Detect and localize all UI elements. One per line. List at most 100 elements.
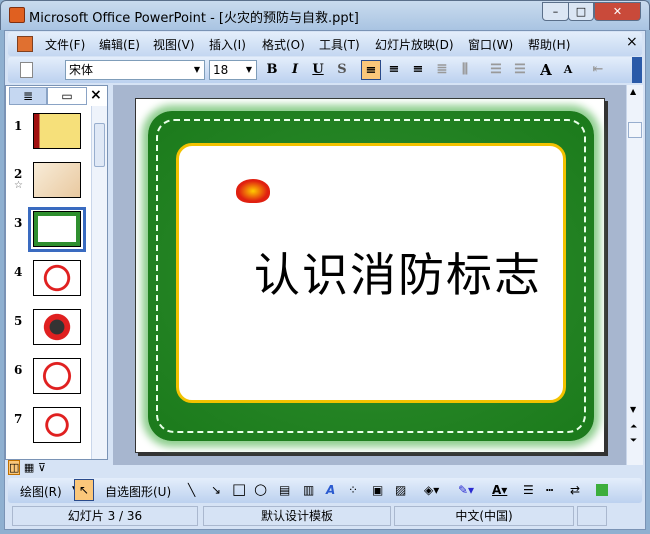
diagram-icon[interactable]: ⁘ <box>348 483 358 497</box>
menu-bar: 文件(F) 编辑(E) 视图(V) 插入(I) 格式(O) 工具(T) 幻灯片放… <box>8 32 642 56</box>
toolbar-options-icon[interactable] <box>632 57 642 83</box>
scroll-thumb[interactable] <box>94 123 105 167</box>
picture-icon[interactable]: ▨ <box>395 483 406 497</box>
font-select[interactable]: 宋体 ▼ <box>65 60 205 80</box>
previous-slide-icon[interactable]: ⏶ <box>630 423 637 432</box>
formatting-toolbar: 宋体 ▼ 18 ▼ B I U S ≡ ≡ ≡ ≣ ⫼ ☰ ☰ A A ⇤ <box>8 57 642 83</box>
rectangle-icon[interactable]: □ <box>232 480 246 498</box>
menu-help[interactable]: 帮助(H) <box>528 36 570 53</box>
slide-number: 4 <box>14 265 23 279</box>
slide-thumbnail-7[interactable] <box>33 407 81 443</box>
new-file-icon[interactable] <box>20 62 33 78</box>
powerpoint-app-icon[interactable] <box>9 7 25 23</box>
window-title: Microsoft Office PowerPoint - [火灾的预防与自救.… <box>29 11 359 26</box>
vertical-scrollbar[interactable]: ▲ ▼ ⏶ ⏷ <box>626 85 643 465</box>
draw-menu[interactable]: 绘图(R) <box>20 483 62 500</box>
shadow-style-icon[interactable] <box>596 484 608 496</box>
dash-style-icon[interactable]: ┅ <box>546 483 553 497</box>
menu-tools[interactable]: 工具(T) <box>319 36 360 53</box>
next-slide-icon[interactable]: ⏷ <box>630 437 637 446</box>
decrease-indent-icon[interactable]: ⇤ <box>588 60 608 80</box>
bullets-icon[interactable]: ☰ <box>510 60 530 80</box>
font-value: 宋体 <box>69 63 94 77</box>
distribute-icon[interactable]: ≣ <box>432 60 452 80</box>
wordart-icon[interactable]: A <box>326 483 335 497</box>
fill-color-icon[interactable]: ◈▾ <box>424 483 439 497</box>
scroll-up-icon[interactable]: ▲ <box>630 87 636 96</box>
arrow-icon[interactable]: ↘ <box>211 483 221 497</box>
document-icon[interactable] <box>17 36 33 52</box>
shadow-button[interactable]: S <box>332 60 352 80</box>
numbering-icon[interactable]: ☰ <box>486 60 506 80</box>
chevron-down-icon[interactable]: ▼ <box>190 61 204 79</box>
tab-outline[interactable]: ≣ <box>9 87 47 105</box>
slide-number: 1 <box>14 119 23 133</box>
line-style-icon[interactable]: ☰ <box>523 483 534 497</box>
animation-star-icon: ☆ <box>14 180 23 191</box>
drawing-toolbar: 绘图(R) ▼ ↖ 自选图形(U) ╲ ↘ □ ○ ▤ ▥ A ⁘ ▣ ▨ ◈▾… <box>8 478 642 503</box>
oval-icon[interactable]: ○ <box>254 480 267 498</box>
menu-slideshow[interactable]: 幻灯片放映(D) <box>375 36 454 53</box>
slide-thumbnail-6[interactable] <box>33 358 81 394</box>
slide-number: 3 <box>14 216 23 230</box>
menu-insert[interactable]: 插入(I) <box>209 36 246 53</box>
slides-pane: ≣ ▭ × 1 2 ☆ 3 4 5 6 7 <box>5 85 108 460</box>
textbox-icon[interactable]: ▤ <box>279 483 290 497</box>
italic-button[interactable]: I <box>285 60 305 80</box>
slide-number: 5 <box>14 314 23 328</box>
clipart-icon[interactable]: ▣ <box>372 483 383 497</box>
font-color-icon[interactable]: A▾ <box>492 483 507 497</box>
close-button[interactable]: ✕ <box>594 2 641 21</box>
menu-view[interactable]: 视图(V) <box>153 36 195 53</box>
maximize-button[interactable]: □ <box>568 2 594 21</box>
scroll-thumb[interactable] <box>628 122 642 138</box>
font-size-select[interactable]: 18 ▼ <box>209 60 257 80</box>
view-buttons: ◫ ▦ ⊽ <box>8 460 78 475</box>
slide-title[interactable]: 认识消防标志 <box>254 239 542 305</box>
line-icon[interactable]: ╲ <box>188 483 195 497</box>
align-left-button[interactable]: ≡ <box>361 60 381 80</box>
vertical-textbox-icon[interactable]: ▥ <box>303 483 314 497</box>
underline-button[interactable]: U <box>308 60 328 80</box>
line-color-icon[interactable]: ✎▾ <box>458 483 474 497</box>
menu-window[interactable]: 窗口(W) <box>468 36 513 53</box>
title-bar: Microsoft Office PowerPoint - [火灾的预防与自救.… <box>0 0 650 30</box>
minimize-button[interactable]: – <box>542 2 569 21</box>
decrease-font-button[interactable]: A <box>558 60 578 80</box>
vertical-distribute-icon[interactable]: ⫼ <box>455 60 475 80</box>
slide-number: 7 <box>14 412 23 426</box>
scroll-down-icon[interactable]: ▼ <box>630 405 636 414</box>
pane-close-icon[interactable]: × <box>90 87 102 103</box>
slide-thumbnail-1[interactable] <box>33 113 81 149</box>
status-empty <box>577 506 607 526</box>
menu-format[interactable]: 格式(O) <box>262 36 305 53</box>
normal-view-icon[interactable]: ◫ <box>8 460 21 475</box>
increase-font-button[interactable]: A <box>536 60 556 80</box>
font-size-value: 18 <box>213 63 229 77</box>
slide-thumbnail-4[interactable] <box>33 260 81 296</box>
slide-number: 2 <box>14 167 23 181</box>
status-slide-number: 幻灯片 3 / 36 <box>12 506 198 526</box>
chevron-down-icon[interactable]: ▼ <box>242 61 256 79</box>
slide-sorter-icon[interactable]: ▦ <box>24 461 34 474</box>
status-language: 中文(中国) <box>394 506 574 526</box>
align-center-button[interactable]: ≡ <box>384 60 404 80</box>
slide-canvas[interactable]: 认识消防标志 <box>135 98 605 453</box>
select-pointer-button[interactable]: ↖ <box>74 479 94 501</box>
slide-thumbnail-2[interactable] <box>33 162 81 198</box>
bold-button[interactable]: B <box>262 60 282 80</box>
status-bar: 幻灯片 3 / 36 默认设计模板 中文(中国) <box>8 505 642 527</box>
tab-slides[interactable]: ▭ <box>47 87 87 105</box>
menu-file[interactable]: 文件(F) <box>45 36 85 53</box>
slide-thumbnail-5[interactable] <box>33 309 81 345</box>
slide-thumbnail-3[interactable] <box>33 211 81 247</box>
align-right-button[interactable]: ≡ <box>408 60 428 80</box>
status-template: 默认设计模板 <box>203 506 391 526</box>
menu-close-icon[interactable]: × <box>626 34 638 50</box>
pane-scrollbar[interactable] <box>91 106 107 459</box>
slide-number: 6 <box>14 363 23 377</box>
arrow-style-icon[interactable]: ⇄ <box>570 483 580 497</box>
slideshow-icon[interactable]: ⊽ <box>38 461 46 474</box>
menu-edit[interactable]: 编辑(E) <box>99 36 140 53</box>
autoshapes-menu[interactable]: 自选图形(U) <box>105 483 171 500</box>
